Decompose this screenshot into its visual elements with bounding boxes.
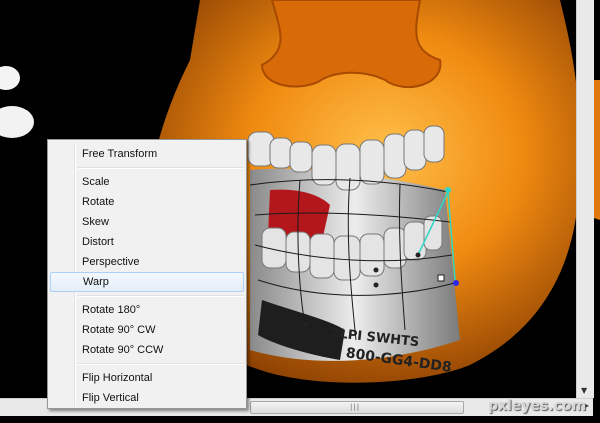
watermark-text: pxleyes.com	[488, 398, 587, 414]
menu-item-scale[interactable]: Scale	[50, 172, 244, 192]
menu-item-skew[interactable]: Skew	[50, 212, 244, 232]
menu-item-distort[interactable]: Distort	[50, 232, 244, 252]
scrollbar-grip-icon: |||	[350, 403, 361, 411]
menu-item-warp[interactable]: Warp	[50, 272, 244, 292]
vertical-scrollbar[interactable]: ▼	[576, 0, 594, 398]
horizontal-scrollbar-thumb[interactable]: |||	[250, 401, 464, 414]
scroll-down-arrow-icon[interactable]: ▼	[581, 386, 587, 395]
menu-item-rotate-180[interactable]: Rotate 180°	[50, 300, 244, 320]
menu-item-rotate[interactable]: Rotate	[50, 192, 244, 212]
menu-item-perspective[interactable]: Perspective	[50, 252, 244, 272]
menu-item-flip-horizontal[interactable]: Flip Horizontal	[50, 368, 244, 388]
menu-item-rotate-90-cw[interactable]: Rotate 90° CW	[50, 320, 244, 340]
menu-separator	[78, 167, 244, 169]
menu-item-flip-vertical[interactable]: Flip Vertical	[50, 388, 244, 408]
menu-item-rotate-90-ccw[interactable]: Rotate 90° CCW	[50, 340, 244, 360]
menu-separator	[78, 295, 244, 297]
transform-context-menu: Free Transform Scale Rotate Skew Distort Pers…	[47, 139, 247, 409]
menu-separator	[78, 363, 244, 365]
menu-item-free-transform[interactable]: Free Transform	[50, 144, 244, 164]
